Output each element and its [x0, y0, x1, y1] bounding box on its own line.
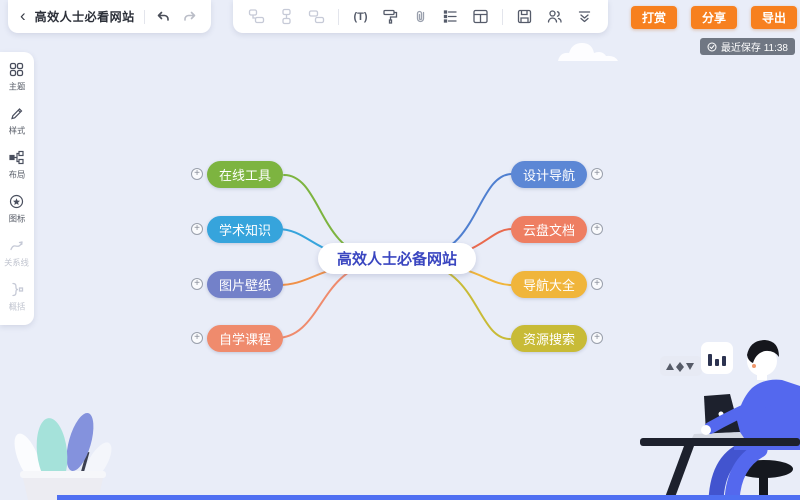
sidebar-item-layout[interactable]: 布局	[8, 150, 26, 181]
toolbar-card: (T)	[233, 0, 608, 33]
format-painter-icon[interactable]	[382, 8, 399, 25]
branch-node-online-tools[interactable]: 在线工具	[207, 161, 283, 188]
person-at-desk-illustration	[640, 340, 800, 500]
sidebar-item-summary: 概括	[8, 282, 26, 313]
expand-icon[interactable]: +	[191, 168, 203, 180]
summary-brace-icon	[12, 282, 24, 297]
expand-icon[interactable]: +	[191, 332, 203, 344]
branch-node-cloud-docs[interactable]: 云盘文档	[511, 216, 587, 243]
expand-icon[interactable]: +	[191, 278, 203, 290]
expand-icon[interactable]: +	[591, 278, 603, 290]
branch-node-nav-collection[interactable]: 导航大全	[511, 271, 587, 298]
cloud-decoration	[558, 43, 618, 61]
branch-node-academic[interactable]: 学术知识	[207, 216, 283, 243]
connector-resource-search	[424, 263, 511, 340]
title-card: ‹ 高效人士必看网站	[8, 0, 211, 33]
save-icon[interactable]	[516, 8, 533, 25]
collaborate-icon[interactable]	[546, 8, 563, 25]
expand-icon[interactable]: +	[191, 223, 203, 235]
sidebar: 主题 样式 布局 图标 关系线 概括	[0, 52, 34, 325]
expand-icon[interactable]: +	[591, 223, 603, 235]
star-circle-icon	[10, 194, 24, 209]
sidebar-item-theme[interactable]: 主题	[8, 62, 26, 93]
insert-subtopic-icon	[278, 8, 295, 25]
export-button[interactable]: 导出	[751, 6, 797, 29]
mindmap-canvas[interactable]: 高效人士必备网站 在线工具 学术知识 图片壁纸 自学课程 设计导航 云盘文档 导…	[0, 0, 800, 500]
divider	[143, 9, 145, 24]
branch-node-self-study[interactable]: 自学课程	[207, 325, 283, 352]
text-tool-icon[interactable]: (T)	[352, 8, 369, 25]
insert-topic-before-icon	[248, 8, 265, 25]
branch-node-wallpaper[interactable]: 图片壁纸	[207, 271, 283, 298]
expand-icon[interactable]: +	[591, 332, 603, 344]
redo-icon[interactable]	[181, 8, 199, 26]
save-status-text: 最近保存 11:38	[720, 43, 788, 54]
table-icon[interactable]	[472, 8, 489, 25]
action-button-group: 打赏 分享 导出	[631, 6, 797, 29]
attachment-icon[interactable]	[412, 8, 429, 25]
divider	[338, 8, 339, 25]
insert-sibling-topic-icon	[308, 8, 325, 25]
sidebar-item-icon[interactable]: 图标	[8, 194, 26, 225]
document-title: 高效人士必看网站	[34, 10, 135, 24]
branch-node-design-nav[interactable]: 设计导航	[511, 161, 587, 188]
plant-decoration	[14, 413, 112, 500]
branch-node-resource-search[interactable]: 资源搜索	[511, 325, 587, 352]
outline-icon[interactable]	[442, 8, 459, 25]
relation-line-icon	[10, 241, 24, 251]
style-pen-icon	[11, 108, 23, 120]
check-circle-icon	[707, 42, 717, 51]
sidebar-item-style[interactable]: 样式	[8, 106, 26, 137]
undo-icon[interactable]	[154, 8, 172, 26]
reward-button[interactable]: 打赏	[631, 6, 677, 29]
collapse-toolbar-icon[interactable]	[576, 8, 593, 25]
sidebar-item-relation-line: 关系线	[3, 238, 30, 269]
expand-icon[interactable]: +	[591, 168, 603, 180]
theme-grid-icon	[10, 62, 24, 77]
layout-structure-icon	[9, 150, 25, 165]
save-status-badge: 最近保存 11:38	[699, 38, 795, 55]
root-node[interactable]: 高效人士必备网站	[318, 243, 476, 274]
back-icon[interactable]: ‹	[20, 7, 26, 24]
share-button[interactable]: 分享	[691, 6, 737, 29]
connector-self-study	[275, 263, 371, 339]
bottom-accent-bar	[57, 495, 800, 500]
divider	[502, 8, 503, 25]
